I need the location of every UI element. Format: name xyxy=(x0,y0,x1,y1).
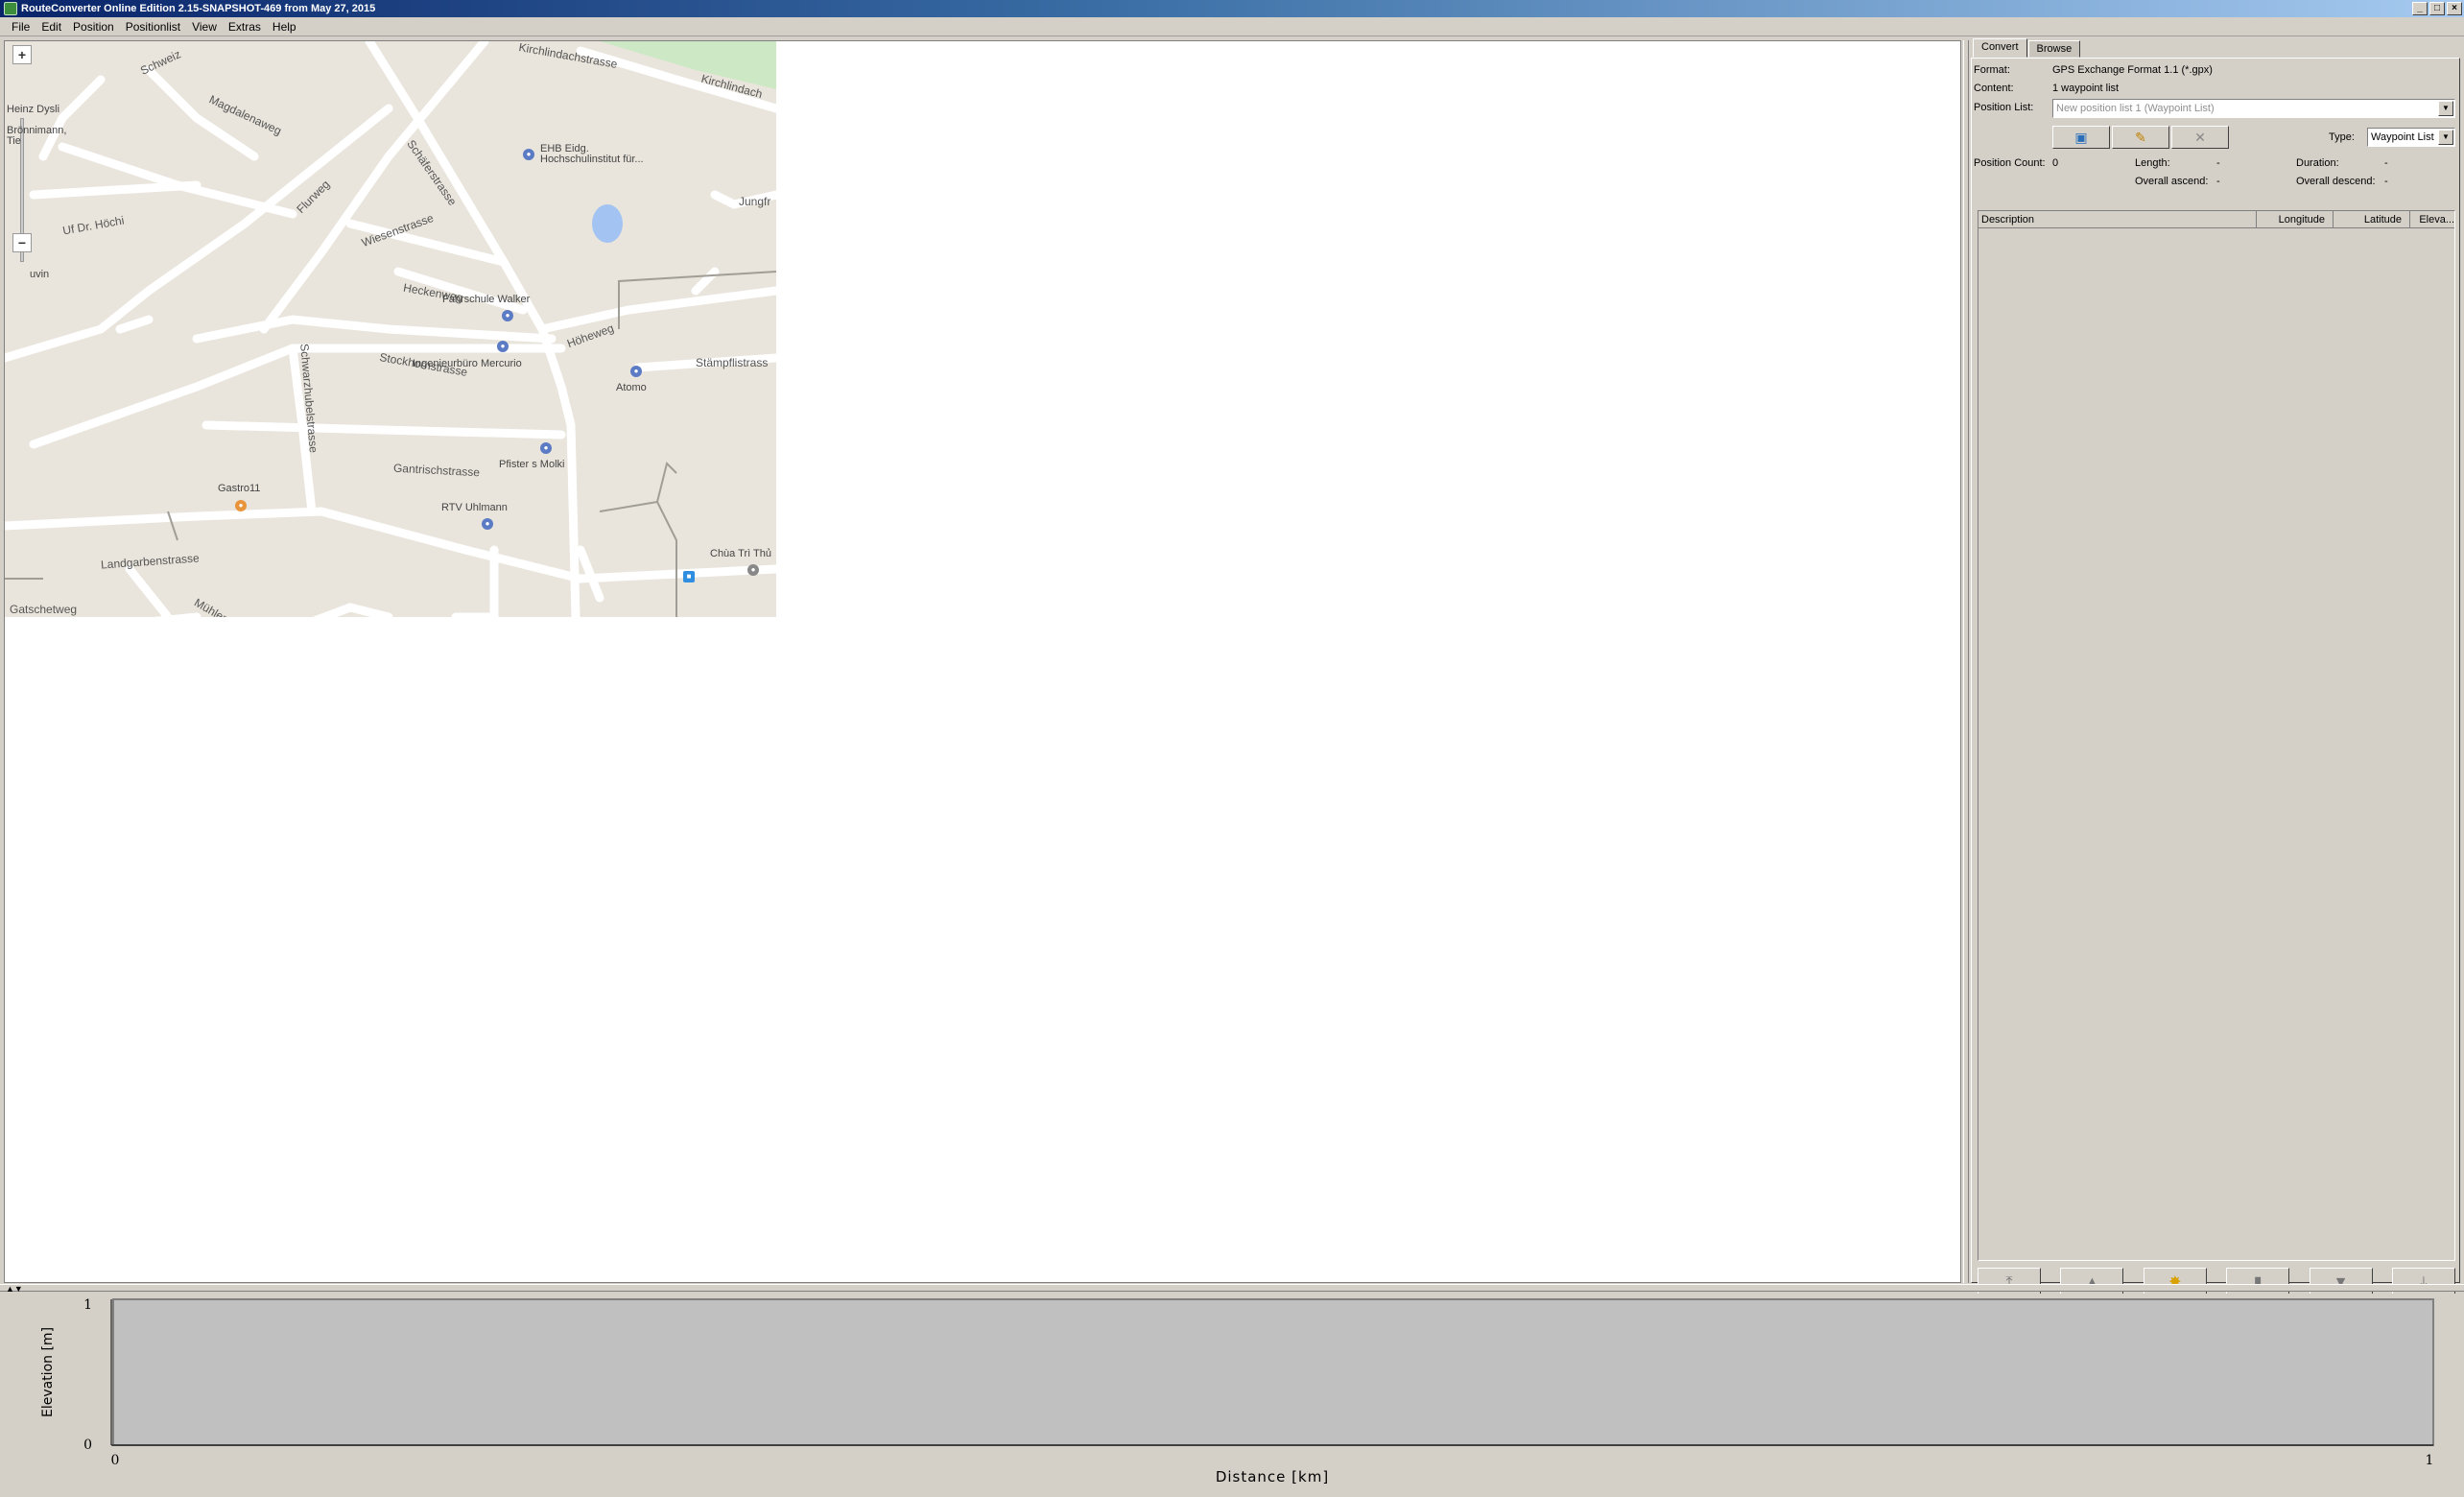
poi-marker[interactable]: ● xyxy=(747,564,759,576)
street-label: Jungfr xyxy=(739,195,771,208)
menu-edit[interactable]: Edit xyxy=(36,17,67,36)
format-label: Format: xyxy=(1974,64,2010,76)
overall-ascend-label: Overall ascend: xyxy=(2135,176,2209,187)
chevron-down-icon[interactable]: ▼ xyxy=(2438,130,2453,145)
elevation-chart: 1 0 0 1 Distance [km] Elevation [m] xyxy=(40,1297,2434,1485)
tab-browse[interactable]: Browse xyxy=(2027,40,2081,58)
window-title: RouteConverter Online Edition 2.15-SNAPS… xyxy=(21,3,376,14)
menu-extras[interactable]: Extras xyxy=(223,17,267,36)
map-panel: + − Kirchlindachstrasse Kirchlindach Mag… xyxy=(4,40,1961,1283)
pencil-icon: ✎ xyxy=(2135,130,2146,145)
poi-label: uvin xyxy=(30,269,50,280)
overall-ascend-value: - xyxy=(2216,176,2220,187)
street-label: Gatschetweg xyxy=(10,603,78,616)
poi-label: Chùa Trì Thủ xyxy=(710,548,771,559)
x-tick-label: 0 xyxy=(111,1453,120,1468)
poi-label: Pfister s Molki xyxy=(499,459,565,470)
poi-marker[interactable]: ● xyxy=(497,341,509,352)
map-roads xyxy=(5,41,776,617)
poi-marker[interactable]: ● xyxy=(502,310,513,321)
open-list-button[interactable]: ▣ xyxy=(2052,126,2110,149)
type-combo[interactable]: Waypoint List ▼ xyxy=(2367,128,2455,147)
poi-label: EHB Eidg. Hochschulinstitut für... xyxy=(540,143,644,165)
position-count-value: 0 xyxy=(2052,157,2059,169)
duration-value: - xyxy=(2384,157,2388,169)
position-list-label: Position List: xyxy=(1974,102,2034,113)
poi-label: Ingenieurbüro Mercurio xyxy=(413,358,522,369)
plot-area xyxy=(112,1298,2434,1446)
convert-tab-content: Format: GPS Exchange Format 1.1 (*.gpx) … xyxy=(1971,58,2460,1298)
length-label: Length: xyxy=(2135,157,2170,169)
close-button[interactable]: × xyxy=(2447,2,2462,15)
menu-position[interactable]: Position xyxy=(67,17,120,36)
position-list-value: New position list 1 (Waypoint List) xyxy=(2056,103,2215,114)
poi-label: Atomo xyxy=(616,382,647,393)
x-tick-label: 1 xyxy=(2426,1453,2434,1468)
close-icon: ✕ xyxy=(2194,130,2206,145)
poi-marker[interactable]: ● xyxy=(482,518,493,530)
vertical-split-handle[interactable] xyxy=(1963,40,1969,1283)
app-icon xyxy=(4,2,17,15)
content-value: 1 waypoint list xyxy=(2052,83,2120,94)
menu-bar: File Edit Position Positionlist View Ext… xyxy=(0,17,2464,36)
menu-file[interactable]: File xyxy=(6,17,36,36)
delete-list-button[interactable]: ✕ xyxy=(2171,126,2229,149)
poi-label: Heinz Dysli xyxy=(7,104,60,115)
poi-label: Gastro11 xyxy=(218,483,261,494)
poi-label: Brönnimann, Tie xyxy=(7,125,67,147)
poi-label: Fahrschule Walker xyxy=(442,294,531,305)
table-header: Description Longitude Latitude Eleva... xyxy=(1978,211,2454,228)
minimize-button[interactable]: _ xyxy=(2412,2,2428,15)
type-value: Waypoint List xyxy=(2371,131,2434,143)
type-label: Type: xyxy=(2329,131,2355,143)
window-controls: _ □ × xyxy=(2412,2,2462,15)
length-value: - xyxy=(2216,157,2220,169)
menu-help[interactable]: Help xyxy=(267,17,302,36)
chevron-down-icon[interactable]: ▼ xyxy=(2438,101,2453,116)
side-panel: Convert Browse Format: GPS Exchange Form… xyxy=(1971,38,2460,1298)
overall-descend-value: - xyxy=(2384,176,2388,187)
x-axis-label: Distance [km] xyxy=(1216,1468,1329,1485)
position-count-label: Position Count: xyxy=(1974,157,2046,169)
column-latitude[interactable]: Latitude xyxy=(2334,211,2410,228)
column-longitude[interactable]: Longitude xyxy=(2257,211,2334,228)
zoom-out-button[interactable]: − xyxy=(12,233,32,252)
menu-positionlist[interactable]: Positionlist xyxy=(120,17,186,36)
zoom-in-button[interactable]: + xyxy=(12,45,32,64)
street-label: Stämpflistrass xyxy=(696,356,769,369)
horizontal-split-handle[interactable]: ▲▼ xyxy=(0,1284,2464,1294)
maximize-button[interactable]: □ xyxy=(2429,2,2445,15)
tab-convert[interactable]: Convert xyxy=(1973,38,2027,58)
elevation-profile: 1 0 0 1 Distance [km] Elevation [m] xyxy=(4,1294,2460,1493)
format-value: GPS Exchange Format 1.1 (*.gpx) xyxy=(2052,64,2213,76)
collapse-arrows-icon[interactable]: ▲▼ xyxy=(6,1284,23,1294)
poi-marker[interactable]: ● xyxy=(523,149,534,160)
map-view[interactable]: + − Kirchlindachstrasse Kirchlindach Mag… xyxy=(5,41,776,617)
bus-stop-marker[interactable]: ■ xyxy=(683,571,695,582)
content-label: Content: xyxy=(1974,83,2014,94)
menu-view[interactable]: View xyxy=(186,17,223,36)
duration-label: Duration: xyxy=(2296,157,2339,169)
title-bar[interactable]: RouteConverter Online Edition 2.15-SNAPS… xyxy=(0,0,2464,17)
poi-label: RTV Uhlmann xyxy=(441,502,508,513)
poi-marker[interactable]: ● xyxy=(540,442,552,454)
position-list-combo[interactable]: New position list 1 (Waypoint List) ▼ xyxy=(2052,99,2455,118)
positions-table[interactable]: Description Longitude Latitude Eleva... xyxy=(1978,210,2455,1261)
y-axis-label: Elevation [m] xyxy=(40,1327,56,1417)
overall-descend-label: Overall descend: xyxy=(2296,176,2376,187)
y-tick-label: 0 xyxy=(83,1438,92,1453)
column-description[interactable]: Description xyxy=(1978,211,2257,228)
restaurant-marker[interactable]: ● xyxy=(235,500,247,511)
tab-bar: Convert Browse xyxy=(1973,38,2081,58)
folder-icon: ▣ xyxy=(2074,130,2088,145)
rename-list-button[interactable]: ✎ xyxy=(2112,126,2169,149)
application-window: RouteConverter Online Edition 2.15-SNAPS… xyxy=(0,0,2464,1497)
column-elevation[interactable]: Eleva... xyxy=(2410,211,2456,228)
poi-marker[interactable]: ● xyxy=(630,366,642,377)
y-tick-label: 1 xyxy=(83,1297,92,1313)
